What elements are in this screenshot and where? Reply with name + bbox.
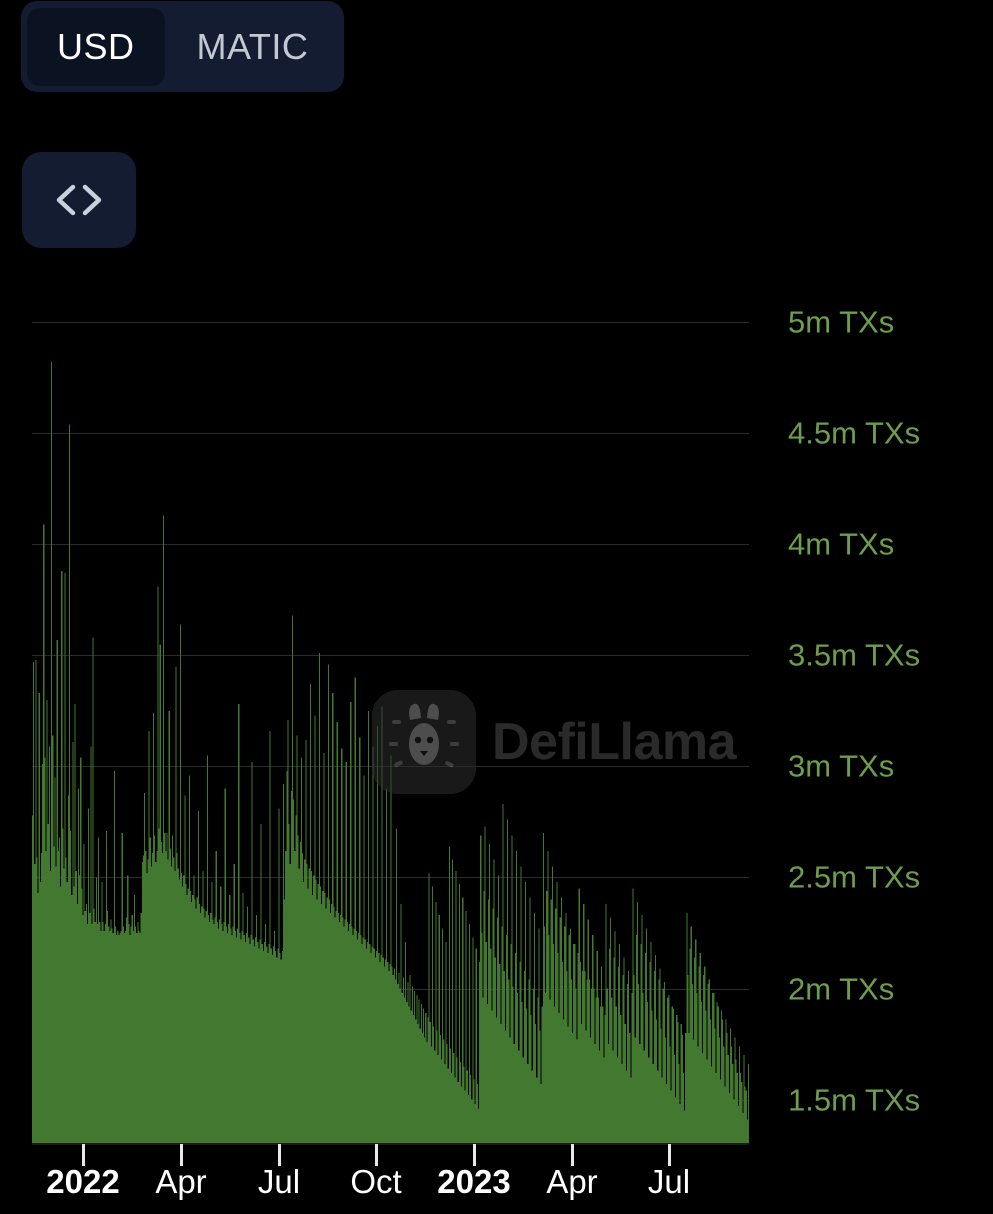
y-axis-tick-label: 3.5m TXs (788, 637, 921, 673)
y-axis-tick-label: 2m TXs (788, 971, 895, 1007)
x-axis-tick-label: Oct (350, 1163, 402, 1200)
currency-tab-matic[interactable]: MATIC (179, 8, 327, 86)
currency-tab-usd[interactable]: USD (27, 7, 165, 86)
x-axis-tick-label: 2023 (437, 1163, 511, 1200)
y-axis-tick-label: 4m TXs (788, 526, 895, 562)
chart-plot-area (32, 300, 749, 1144)
y-axis-tick-label: 3m TXs (788, 748, 895, 784)
y-axis-tick-label: 5m TXs (788, 304, 895, 340)
y-axis-tick-label: 1.5m TXs (788, 1082, 921, 1118)
currency-toggle-group[interactable]: USD MATIC (21, 1, 345, 92)
chart-bars (32, 362, 749, 1144)
x-axis-tick-label: Jul (647, 1163, 691, 1200)
x-axis-tick-label: 2022 (46, 1163, 120, 1200)
x-axis-tick-label: Apr (546, 1163, 598, 1200)
x-axis-baseline (32, 1143, 749, 1145)
y-axis-tick-label: 4.5m TXs (788, 415, 921, 451)
code-brackets-icon (53, 183, 105, 217)
y-axis-tick-label: 2.5m TXs (788, 859, 921, 895)
x-axis-tick-label: Jul (257, 1163, 301, 1200)
embed-code-button[interactable] (22, 152, 136, 248)
transactions-chart: 5m TXs 4.5m TXs 4m TXs 3.5m TXs 3m TXs 2.5m T… (0, 0, 993, 1214)
x-axis-tick-label: Apr (155, 1163, 207, 1200)
